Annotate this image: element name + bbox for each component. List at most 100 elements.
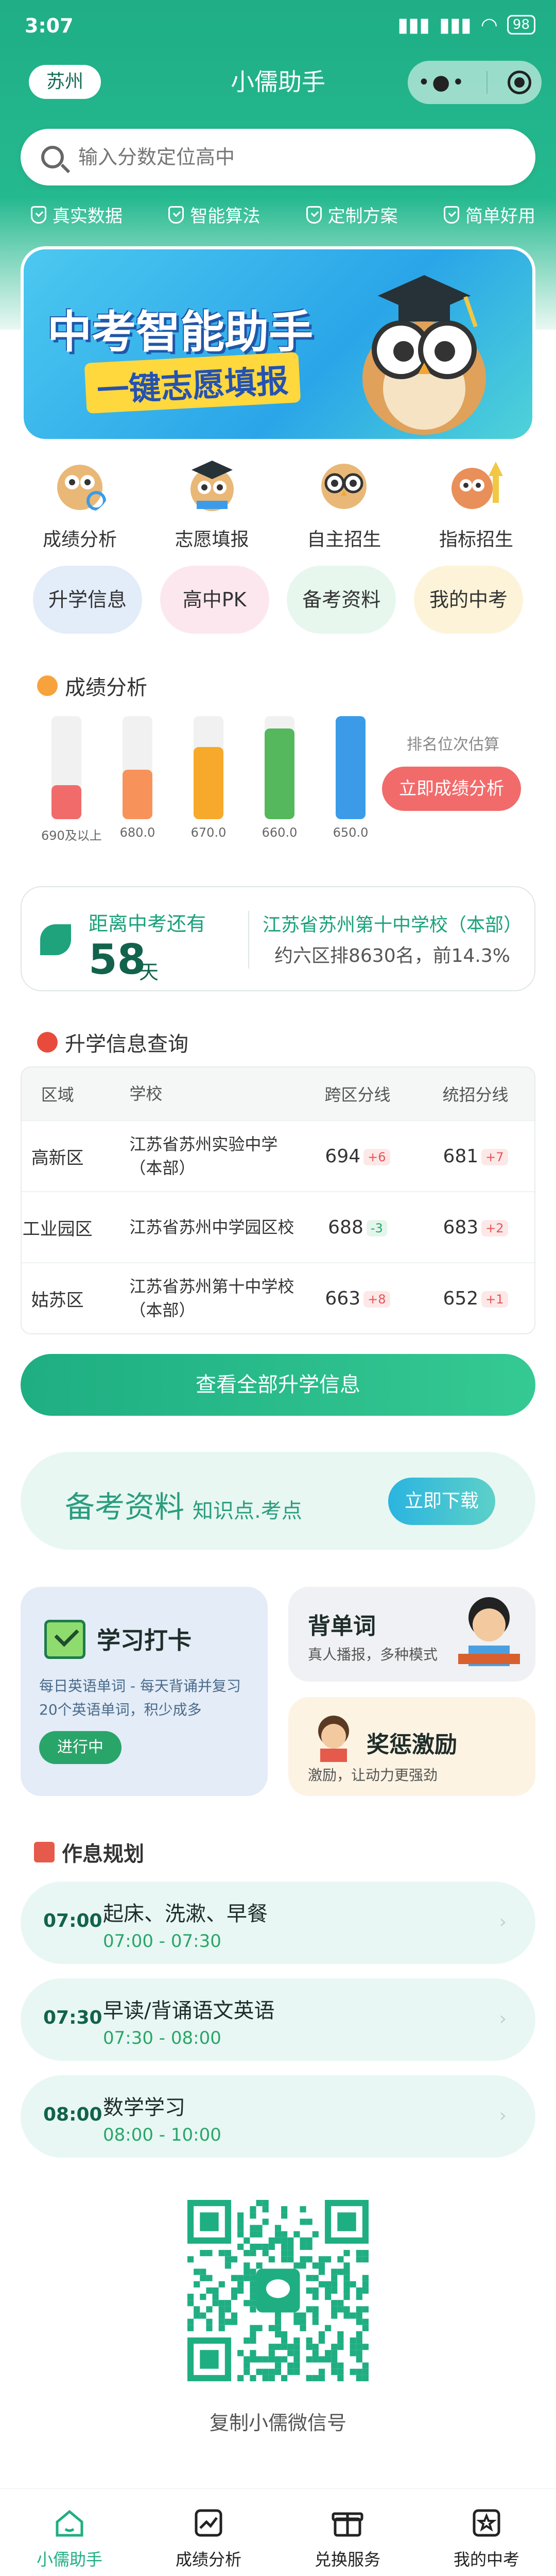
table-row[interactable]: 高新区 江苏省苏州实验中学（本部） 694 +6 681 +7 (22, 1120, 534, 1191)
qr-module (256, 2325, 263, 2331)
quick-entry-label: 成绩分析 (42, 529, 117, 550)
target-school: 江苏省苏州第十中学校（本部） (262, 914, 522, 936)
qr-module (206, 2318, 213, 2325)
score-delta: -3 (366, 1220, 387, 1236)
qr-module (268, 2256, 275, 2263)
schedule-item[interactable]: 07:30 早读/背诵语文英语 07:30 - 08:00 › (21, 1978, 535, 2061)
qr-module (250, 2300, 256, 2307)
card-title: 背单词 (308, 1613, 376, 1639)
qr-module (274, 2356, 282, 2363)
qr-module (244, 2368, 250, 2375)
pill-my-exam[interactable]: 我的中考 (413, 566, 523, 634)
pill-high-school-pk[interactable]: 高中PK (160, 566, 269, 634)
quick-entry-score-analysis[interactable]: 成绩分析 (21, 453, 139, 551)
tab-home[interactable]: 小儒助手 (18, 2489, 121, 2576)
table-row[interactable]: 工业园区 江苏省苏州中学园区校 688 -3 683 +2 (22, 1191, 534, 1262)
qr-module (206, 2275, 213, 2281)
pill-admission-info[interactable]: 升学信息 (33, 566, 142, 634)
calendar-icon (34, 1842, 55, 1862)
qr-module (187, 2318, 194, 2325)
vocabulary-card[interactable]: 背单词 真人播报，多种模式 (288, 1587, 535, 1682)
qr-module (343, 2281, 350, 2287)
score-delta: +7 (481, 1149, 508, 1165)
qr-module (206, 2250, 213, 2257)
qr-module (218, 2306, 225, 2313)
qr-module (256, 2356, 263, 2363)
quick-entry-independent-admission[interactable]: 自主招生 (285, 453, 403, 551)
section-title: 升学信息查询 (65, 1032, 188, 1056)
qr-module (218, 2250, 225, 2257)
tab-label: 我的中考 (453, 2550, 519, 2569)
rank-estimate: 约六区排8630名，前14.3% (274, 945, 510, 967)
qr-module (356, 2337, 362, 2344)
qr-module (237, 2275, 244, 2281)
qr-module (287, 2350, 294, 2357)
prep-title: 备考资料 (65, 1489, 185, 1524)
schedule-item[interactable]: 07:00 起床、洗漱、早餐 07:00 - 07:30 › (21, 1882, 535, 1964)
qr-module (356, 2287, 362, 2294)
tab-my-exam[interactable]: 我的中考 (435, 2489, 538, 2576)
qr-module (318, 2331, 325, 2338)
bar (123, 770, 152, 819)
tab-score-analysis[interactable]: 成绩分析 (157, 2489, 260, 2576)
quick-entry-quota-admission[interactable]: 指标招生 (417, 453, 535, 551)
qr-module (356, 2350, 362, 2357)
bar-label: 670.0 (190, 825, 227, 840)
qr-module (262, 2200, 269, 2207)
tab-exchange[interactable]: 兑换服务 (296, 2489, 399, 2576)
cell-cross-score: 694 +6 (299, 1146, 416, 1167)
qr-module (331, 2268, 338, 2275)
qr-module (350, 2344, 356, 2350)
feature-label: 真实数据 (53, 206, 123, 227)
countdown-card[interactable]: 距离中考还有 58 天 江苏省苏州第十中学校（本部） 约六区排8630名，前14… (21, 886, 535, 991)
owl-glasses-icon (321, 464, 367, 509)
qr-module (331, 2362, 338, 2369)
qr-module (281, 2231, 288, 2238)
study-checkin-card[interactable]: 学习打卡 每日英语单词 - 每天背诵并复习20个英语单词，积少成多 进行中 (21, 1587, 268, 1796)
search-bar[interactable] (21, 129, 535, 185)
close-icon[interactable] (508, 71, 532, 94)
qr-module (212, 2287, 219, 2294)
qr-module (281, 2206, 288, 2213)
search-input[interactable] (78, 146, 500, 168)
page: { "status": {"time": "3:07", "signal1": … (0, 0, 556, 2576)
analyze-score-button[interactable]: 立即成绩分析 (382, 767, 521, 811)
more-icon[interactable]: •●• (418, 71, 466, 94)
qr-module (343, 2306, 350, 2313)
prep-materials-banner[interactable]: 备考资料 知识点.考点 立即下载 (21, 1452, 535, 1550)
qr-module (337, 2300, 344, 2307)
qr-module (362, 2375, 369, 2381)
reward-card[interactable]: 奖惩激励 激励，让动力更强劲 (288, 1697, 535, 1796)
qr-module (350, 2337, 356, 2344)
qr-module (312, 2275, 319, 2281)
qr-module (356, 2356, 362, 2363)
download-button[interactable]: 立即下载 (388, 1478, 495, 1525)
quick-entry-application[interactable]: 志愿填报 (153, 453, 271, 551)
bar (194, 747, 223, 819)
qr-module (306, 2337, 312, 2344)
copy-wechat-id-link[interactable]: 复制小儒微信号 (0, 2407, 556, 2435)
tomato-icon (37, 1032, 58, 1053)
qr-module (350, 2281, 356, 2287)
qr-module (237, 2243, 244, 2250)
pill-prep-materials[interactable]: 备考资料 (287, 566, 396, 634)
qr-module (250, 2268, 256, 2275)
promo-banner[interactable]: 中考智能助手 一键志愿填报 (21, 246, 535, 442)
owl-magnifier-icon (57, 465, 106, 511)
bar-track (51, 716, 81, 819)
qr-module (262, 2250, 269, 2257)
qr-module (312, 2318, 319, 2325)
qr-module (262, 2375, 269, 2381)
qr-module (231, 2294, 238, 2300)
table-row[interactable]: 姑苏区 江苏省苏州第十中学校（本部） 663 +8 652 +1 (22, 1262, 534, 1333)
qr-module (212, 2300, 219, 2307)
schedule-item[interactable]: 08:00 数学学习 08:00 - 10:00 › (21, 2075, 535, 2158)
score-value: 681 (443, 1145, 479, 1167)
qr-module (325, 2256, 332, 2263)
bar-track (194, 716, 223, 819)
wechat-qr-code[interactable] (187, 2200, 369, 2381)
qr-module (194, 2306, 200, 2313)
qr-module (356, 2331, 362, 2338)
view-all-admission-button[interactable]: 查看全部升学信息 (21, 1354, 535, 1416)
score-value: 683 (443, 1216, 479, 1238)
